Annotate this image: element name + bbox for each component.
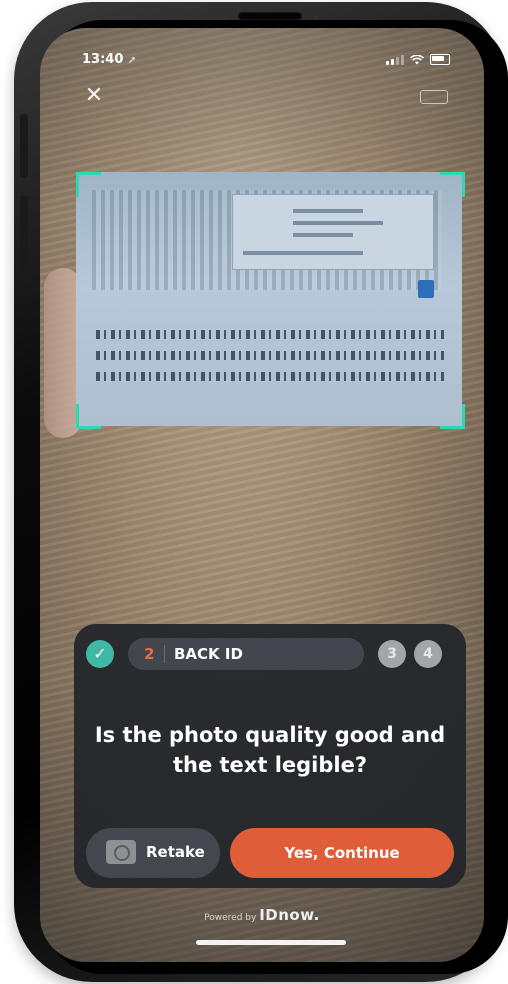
step-3-indicator: 3 xyxy=(378,640,406,668)
quality-question: Is the photo quality good and the text l… xyxy=(94,723,446,777)
status-time: 13:40 ➚ xyxy=(82,52,136,67)
battery-icon xyxy=(430,54,450,65)
location-icon: ➚ xyxy=(127,55,137,66)
card-chip xyxy=(418,280,434,298)
step-divider xyxy=(164,645,165,663)
step-4-indicator: 4 xyxy=(414,640,442,668)
check-icon: ✓ xyxy=(86,640,114,668)
current-step-label: BACK ID xyxy=(174,645,243,663)
home-indicator[interactable] xyxy=(196,940,346,945)
front-camera xyxy=(314,15,318,19)
retake-button[interactable]: Retake xyxy=(86,828,220,878)
camera-icon xyxy=(106,840,136,864)
step-progress: ✓ 2 BACK ID 3 4 xyxy=(86,638,456,670)
retake-label: Retake xyxy=(146,843,205,861)
current-step-pill: 2 BACK ID xyxy=(128,638,364,670)
confirmation-panel: ✓ 2 BACK ID 3 4 Is the photo quality goo… xyxy=(74,624,466,888)
frame-corner-bottom-right xyxy=(440,404,465,429)
id-card-preview xyxy=(76,172,462,426)
continue-button[interactable]: Yes, Continue xyxy=(230,828,454,878)
wifi-icon xyxy=(410,54,424,64)
card-mrz-zone xyxy=(96,330,444,404)
front-sensor xyxy=(222,15,226,19)
flash-icon[interactable] xyxy=(420,90,448,104)
powered-by-footer: Powered by IDnow. xyxy=(40,906,484,924)
volume-up-button xyxy=(20,114,28,178)
earpiece-speaker xyxy=(238,12,302,20)
status-time-text: 13:40 xyxy=(82,52,124,67)
frame-corner-bottom-left xyxy=(76,404,101,429)
camera-screen: 13:40 ➚ ✕ ✓ 2 BACK ID 3 4 Is the photo q… xyxy=(40,28,484,962)
status-bar: 13:40 ➚ xyxy=(40,28,484,68)
brand-logo: IDnow. xyxy=(259,906,320,924)
signal-icon xyxy=(386,54,404,65)
frame-corner-top-left xyxy=(76,172,101,197)
frame-corner-top-right xyxy=(440,172,465,197)
status-icons xyxy=(386,54,450,65)
close-icon[interactable]: ✕ xyxy=(82,84,106,108)
powered-by-text: Powered by xyxy=(204,913,257,923)
current-step-number: 2 xyxy=(144,645,155,663)
volume-down-button xyxy=(20,196,28,280)
card-info-box xyxy=(232,194,434,270)
